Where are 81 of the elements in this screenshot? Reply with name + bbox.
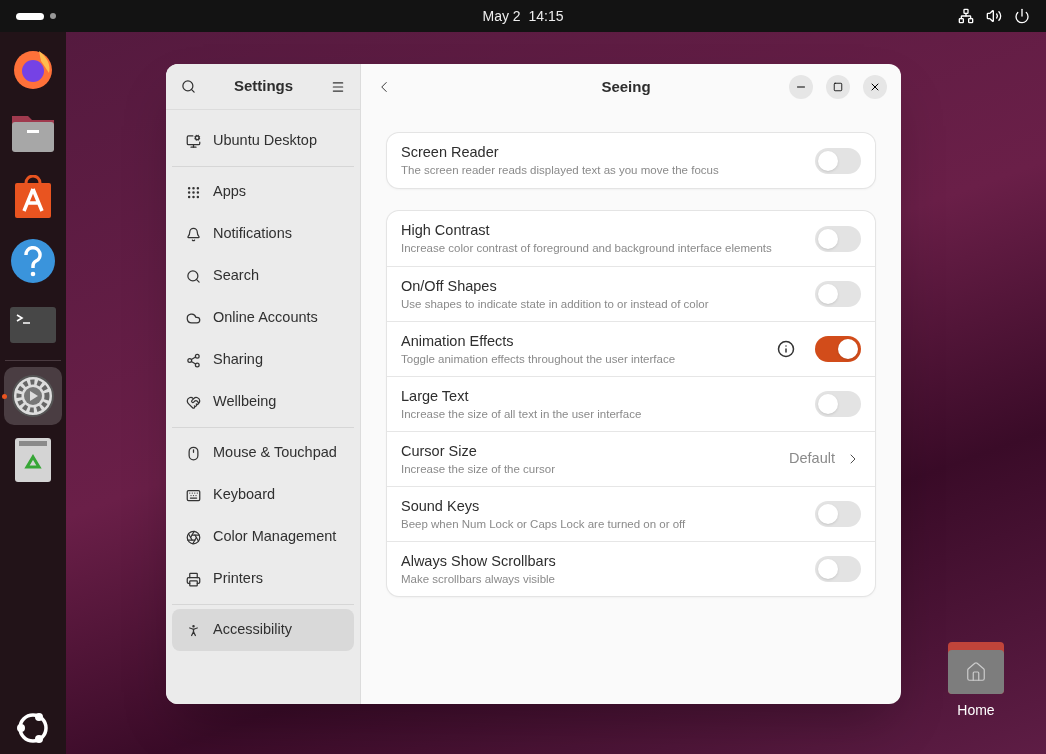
terminal-icon [10, 307, 56, 343]
sidebar-item[interactable]: Search [172, 255, 354, 297]
workspace-indicator[interactable] [16, 12, 44, 20]
cloud-icon [186, 310, 201, 326]
sidebar-item[interactable]: Apps [172, 171, 354, 213]
sidebar-item[interactable]: Keyboard [172, 474, 354, 516]
printer-icon [186, 571, 201, 587]
row-subtitle: The screen reader reads displayed text as you move the focus [401, 163, 720, 178]
recycle-bin-icon [14, 437, 52, 483]
settings-row[interactable]: Large Text Increase the size of all text in the user interface [387, 376, 875, 431]
monitor-icon [186, 133, 201, 149]
sidebar-item[interactable]: Sharing [172, 339, 354, 381]
sidebar-item[interactable]: Mouse & Touchpad [172, 432, 354, 474]
row-title: Large Text [401, 386, 470, 406]
settings-row[interactable]: Screen Reader The screen reader reads displayed text as you move the focus [387, 133, 875, 188]
toggle-switch[interactable] [815, 336, 861, 362]
sidebar-item[interactable]: Online Accounts [172, 297, 354, 339]
mouse-icon [186, 445, 201, 461]
maximize-button[interactable] [826, 75, 850, 99]
settings-row[interactable]: Cursor Size Increase the size of the cursor Default [387, 431, 875, 486]
settings-row[interactable]: High Contrast Increase color contrast of foreground and background interface elements [387, 211, 875, 266]
bell-icon [186, 226, 201, 242]
sidebar-title: Settings [233, 76, 294, 97]
sidebar-item[interactable]: Printers [172, 558, 354, 600]
sidebar-item[interactable]: Accessibility [172, 609, 354, 651]
row-title: On/Off Shapes [401, 276, 498, 296]
row-title: Cursor Size [401, 441, 478, 461]
menu-icon[interactable] [331, 79, 345, 94]
person-icon [186, 622, 201, 638]
settings-row[interactable]: Sound Keys Beep when Num Lock or Caps Lock are turned on or off [387, 486, 875, 541]
house-icon [965, 661, 987, 683]
window-title: Seeing [601, 76, 651, 97]
toggle-switch[interactable] [815, 281, 861, 307]
dock-item[interactable] [4, 367, 62, 425]
grid-icon [186, 184, 201, 200]
row-title: Always Show Scrollbars [401, 551, 557, 571]
desktop-icon-label[interactable]: Home [957, 700, 995, 721]
minimize-button[interactable] [789, 75, 813, 99]
row-subtitle: Use shapes to indicate state in addition to or instead of color [401, 296, 710, 312]
sidebar-item[interactable]: Color Management [172, 516, 354, 558]
row-title: Screen Reader [401, 143, 500, 162]
toggle-switch[interactable] [815, 225, 861, 252]
search-icon[interactable] [181, 79, 196, 94]
shopping-bag-icon [14, 175, 52, 219]
close-icon [869, 81, 881, 93]
info-icon[interactable] [777, 340, 795, 358]
network-icon[interactable] [958, 8, 974, 24]
sidebar-item[interactable]: Ubuntu Desktop [172, 120, 354, 162]
row-title: Animation Effects [401, 331, 515, 351]
row-subtitle: Increase color contrast of foreground and background interface elements [401, 241, 773, 256]
gear-icon [11, 374, 55, 418]
share-icon [186, 352, 201, 368]
home-folder-icon[interactable] [948, 642, 1004, 694]
row-subtitle: Toggle animation effects throughout the user interface [401, 351, 677, 367]
clock[interactable]: May 2 14:15 [482, 5, 564, 27]
workspace-indicator[interactable] [50, 13, 56, 19]
ubuntu-logo-icon[interactable] [15, 710, 51, 746]
keyboard-icon [186, 487, 201, 503]
settings-row[interactable]: Always Show Scrollbars Make scrollbars always visible [387, 541, 875, 596]
help-icon [10, 238, 56, 284]
toggle-switch[interactable] [815, 501, 861, 527]
row-subtitle: Increase the size of all text in the user interface [401, 406, 643, 422]
row-title: High Contrast [401, 221, 491, 240]
row-subtitle: Beep when Num Lock or Caps Lock are turned on or off [401, 516, 687, 532]
row-subtitle: Make scrollbars always visible [401, 571, 557, 587]
color-circles-icon [186, 529, 201, 545]
maximize-icon [833, 82, 843, 92]
toggle-switch[interactable] [815, 391, 861, 417]
volume-icon[interactable] [986, 8, 1002, 24]
toggle-switch[interactable] [815, 147, 861, 174]
toggle-switch[interactable] [815, 556, 861, 582]
row-title: Sound Keys [401, 496, 481, 516]
row-value: Default [789, 449, 835, 469]
sidebar-item[interactable]: Notifications [172, 213, 354, 255]
search-icon [186, 268, 201, 284]
settings-row[interactable]: Animation Effects Toggle animation effects throughout the user interface [387, 321, 875, 376]
power-icon[interactable] [1014, 8, 1030, 24]
settings-row[interactable]: On/Off Shapes Use shapes to indicate state in addition to or instead of color [387, 266, 875, 321]
close-button[interactable] [863, 75, 887, 99]
sidebar-item[interactable]: Wellbeing [172, 381, 354, 423]
row-subtitle: Increase the size of the cursor [401, 461, 557, 477]
